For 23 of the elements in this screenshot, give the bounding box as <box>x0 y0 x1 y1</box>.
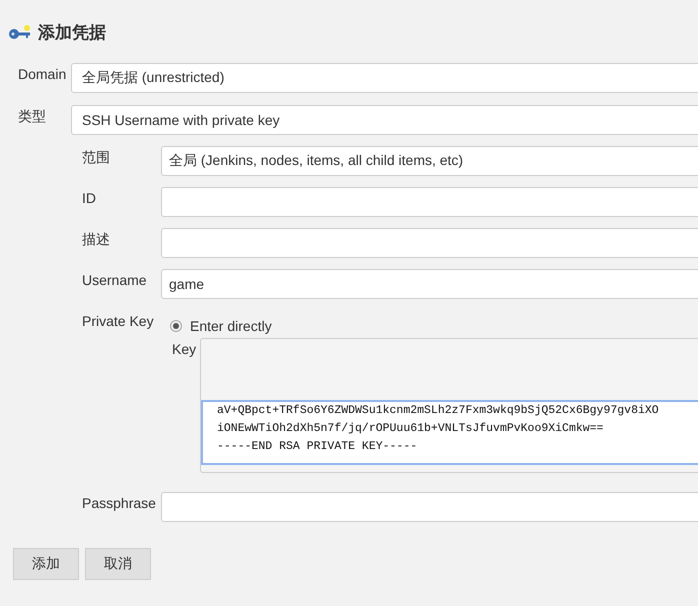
input-field[interactable]: 全局 (Jenkins, nodes, items, all child items, etc) <box>161 146 698 176</box>
field-label: ID <box>82 189 97 206</box>
page-title: 添加凭据 <box>38 22 106 44</box>
input-field[interactable] <box>161 492 698 522</box>
key-icon <box>8 24 32 40</box>
input-field[interactable] <box>161 228 698 258</box>
field-label: Username <box>82 271 148 288</box>
field-label: Passphrase <box>82 494 157 511</box>
radio-button[interactable] <box>170 320 182 332</box>
field-label: Key <box>172 340 198 359</box>
field-label: 类型 <box>18 107 47 126</box>
key-textarea[interactable]: aV+QBpct+TRfSo6Y6ZWDWSu1kcnm2mSLh2z7Fxm3wkq9bSjQ52Cx6Bgy97gv8iXO iONEwWTiOh2dXh5n7f/jq/rOPUuu61b+VNLTsJfuvmPvKoo9XiCmkw== -----END RSA PRIVATE KEY----- <box>201 400 698 465</box>
select-field[interactable]: 全局凭据 (unrestricted) <box>71 63 698 93</box>
radio-label[interactable]: Enter directly <box>190 318 272 334</box>
field-label: Domain <box>18 65 68 82</box>
input-field[interactable] <box>161 187 698 217</box>
field-label: 描述 <box>82 230 111 249</box>
add-button[interactable]: 添加 <box>13 548 79 580</box>
cancel-button[interactable]: 取消 <box>85 548 151 580</box>
select-field[interactable]: SSH Username with private key <box>71 105 698 135</box>
field-label: 范围 <box>82 148 111 167</box>
field-label: Private Key <box>82 312 155 329</box>
input-field[interactable]: game <box>161 269 698 299</box>
